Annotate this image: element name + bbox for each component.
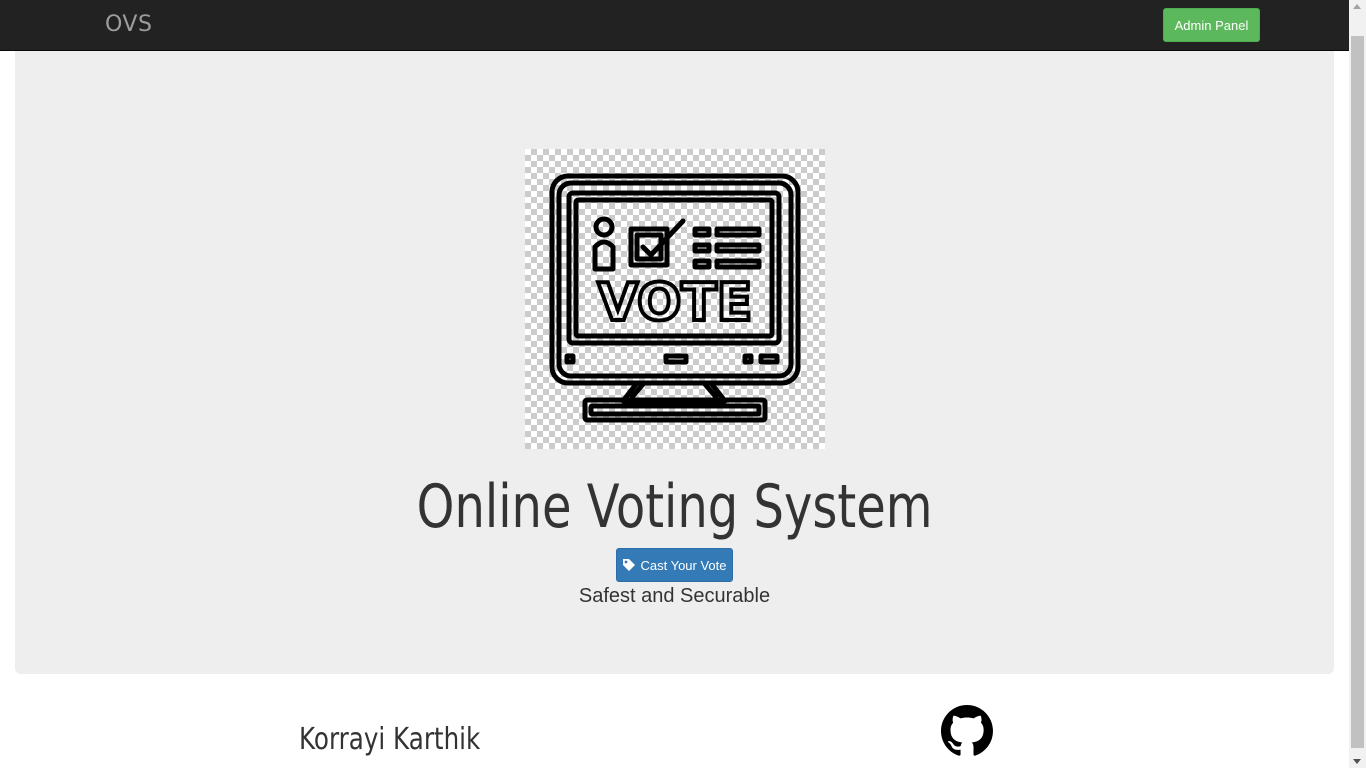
navbar: OVS Admin Panel xyxy=(0,0,1349,51)
scroll-up-arrow-icon[interactable] xyxy=(1353,4,1361,9)
vote-monitor-image: VOTE xyxy=(525,149,825,449)
tagline: Safest and Securable xyxy=(578,585,771,607)
tag-icon xyxy=(622,558,636,572)
vote-text: VOTE xyxy=(598,273,753,333)
vertical-scrollbar[interactable] xyxy=(1349,0,1366,768)
github-icon[interactable] xyxy=(941,705,993,757)
scroll-down-arrow-icon[interactable] xyxy=(1353,759,1361,764)
cast-vote-button[interactable]: Cast Your Vote xyxy=(616,548,733,582)
scrollbar-thumb[interactable] xyxy=(1351,36,1364,748)
vote-monitor-icon: VOTE xyxy=(549,173,801,423)
author-name: Korrayi Karthik xyxy=(299,722,481,757)
navbar-brand[interactable]: OVS xyxy=(105,12,152,37)
cast-vote-label: Cast Your Vote xyxy=(640,557,727,573)
page-title: Online Voting System xyxy=(416,472,933,542)
admin-panel-button[interactable]: Admin Panel xyxy=(1163,8,1260,42)
